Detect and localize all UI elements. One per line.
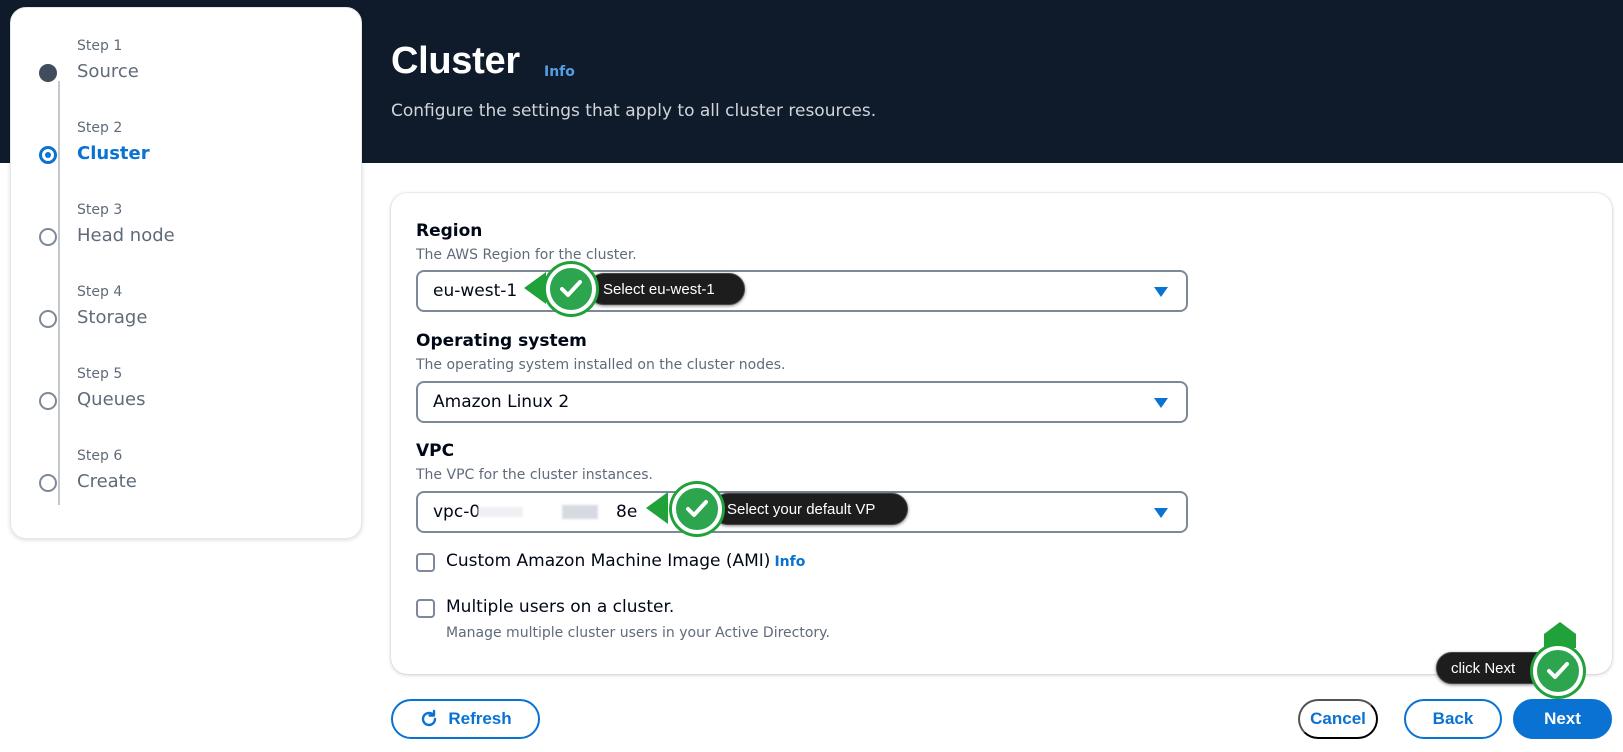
step-number: Step 5 bbox=[77, 366, 123, 382]
step-queues: Step 5 Queues bbox=[11, 366, 351, 436]
step-completed-dot-icon bbox=[39, 64, 57, 82]
annotation-vpc-callout: Select your default VP bbox=[712, 493, 908, 525]
step-label: Queues bbox=[77, 389, 146, 410]
step-storage: Step 4 Storage bbox=[11, 284, 351, 354]
page-description: Configure the settings that apply to all… bbox=[391, 101, 877, 121]
vpc-label: VPC bbox=[416, 441, 455, 461]
step-label: Storage bbox=[77, 307, 148, 328]
custom-ami-info-link[interactable]: Info bbox=[774, 554, 805, 570]
step-current-dot-icon bbox=[39, 146, 57, 164]
step-number: Step 2 bbox=[77, 120, 123, 136]
check-icon bbox=[560, 280, 582, 297]
vpc-description: The VPC for the cluster instances. bbox=[416, 467, 653, 483]
check-icon bbox=[1547, 662, 1569, 679]
step-label[interactable]: Source bbox=[77, 61, 139, 82]
redacted-vpc-id bbox=[478, 507, 523, 517]
step-cluster[interactable]: Step 2 Cluster bbox=[11, 120, 351, 190]
next-button[interactable]: Next bbox=[1513, 699, 1612, 739]
step-pending-dot-icon bbox=[39, 228, 57, 246]
multi-user-description: Manage multiple cluster users in your Ac… bbox=[446, 625, 830, 641]
os-select[interactable]: Amazon Linux 2 bbox=[416, 381, 1188, 423]
header-info-link[interactable]: Info bbox=[544, 64, 575, 80]
multi-user-checkbox[interactable] bbox=[416, 599, 435, 618]
step-label: Create bbox=[77, 471, 137, 492]
refresh-icon bbox=[422, 709, 437, 727]
step-head-node: Step 3 Head node bbox=[11, 202, 351, 272]
caret-down-icon bbox=[1154, 398, 1168, 408]
vpc-select-value-prefix: vpc-0 bbox=[433, 502, 481, 522]
os-label: Operating system bbox=[416, 331, 587, 351]
step-pending-dot-icon bbox=[39, 310, 57, 328]
caret-down-icon bbox=[1154, 508, 1168, 518]
step-number: Step 6 bbox=[77, 448, 123, 464]
custom-ami-checkbox[interactable] bbox=[416, 553, 435, 572]
os-select-value: Amazon Linux 2 bbox=[433, 392, 570, 412]
step-label: Head node bbox=[77, 225, 175, 246]
annotation-check-icon bbox=[1533, 646, 1583, 696]
region-label: Region bbox=[416, 221, 483, 241]
check-icon bbox=[686, 500, 708, 517]
annotation-check-icon bbox=[672, 484, 722, 534]
step-number: Step 1 bbox=[77, 38, 123, 54]
refresh-button-label: Refresh bbox=[448, 709, 512, 728]
region-select-value: eu-west-1 bbox=[433, 281, 518, 301]
region-description: The AWS Region for the cluster. bbox=[416, 247, 637, 263]
redacted-vpc-id bbox=[562, 505, 598, 519]
wizard-steps: Step 1 Source Step 2 Cluster Step 3 Head… bbox=[10, 7, 362, 539]
refresh-button[interactable]: Refresh bbox=[391, 699, 540, 739]
custom-ami-label[interactable]: Custom Amazon Machine Image (AMI) Info bbox=[446, 551, 805, 571]
annotation-check-icon bbox=[546, 264, 596, 314]
step-create: Step 6 Create bbox=[11, 448, 351, 518]
cancel-button[interactable]: Cancel bbox=[1298, 699, 1378, 739]
vpc-select-value-suffix: 8e bbox=[616, 502, 638, 522]
annotation-arrow-icon bbox=[646, 492, 668, 524]
step-number: Step 4 bbox=[77, 284, 123, 300]
custom-ami-label-text: Custom Amazon Machine Image (AMI) bbox=[446, 551, 771, 571]
step-pending-dot-icon bbox=[39, 474, 57, 492]
multi-user-label[interactable]: Multiple users on a cluster. bbox=[446, 597, 674, 617]
step-number: Step 3 bbox=[77, 202, 123, 218]
step-pending-dot-icon bbox=[39, 392, 57, 410]
back-button[interactable]: Back bbox=[1404, 699, 1502, 739]
page-title: Cluster bbox=[391, 40, 520, 82]
annotation-arrow-icon bbox=[524, 272, 546, 304]
caret-down-icon bbox=[1154, 287, 1168, 297]
step-label[interactable]: Cluster bbox=[77, 143, 150, 164]
step-source[interactable]: Step 1 Source bbox=[11, 38, 351, 108]
os-description: The operating system installed on the cl… bbox=[416, 357, 786, 373]
annotation-region-callout: Select eu-west-1 bbox=[588, 273, 745, 305]
annotation-up-arrow-icon bbox=[1544, 622, 1576, 648]
